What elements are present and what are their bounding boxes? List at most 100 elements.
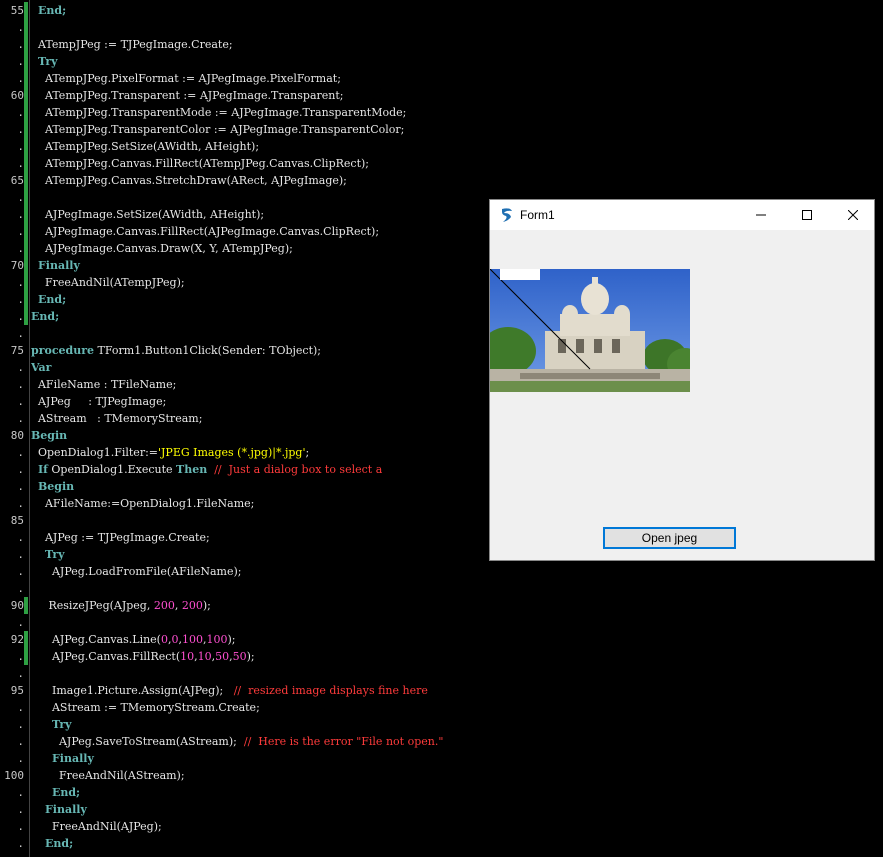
title-bar[interactable]: Form1 (490, 200, 874, 230)
line-number: 95 (10, 684, 24, 697)
code-line[interactable]: . Finally (0, 801, 883, 818)
form1-window[interactable]: Form1 Open jpeg (489, 199, 875, 561)
code-token: OpenDialog1.Filter:= (31, 446, 158, 459)
code-line[interactable]: . ATempJPeg.Canvas.FillRect(ATempJPeg.Ca… (0, 155, 883, 172)
number-token: 0 (160, 633, 168, 646)
code-line[interactable]: 55 End; (0, 2, 883, 19)
number-token: 100 (181, 633, 203, 646)
code-line[interactable]: . AJPeg.LoadFromFile(AFileName); (0, 563, 883, 580)
code-line[interactable]: 65 ATempJPeg.Canvas.StretchDraw(ARect, A… (0, 172, 883, 189)
code-text: Try (31, 53, 58, 70)
close-button[interactable] (830, 200, 876, 230)
code-line[interactable]: . (0, 665, 883, 682)
code-line[interactable]: . Try (0, 716, 883, 733)
line-number: . (17, 463, 24, 476)
code-line[interactable]: . End; (0, 784, 883, 801)
code-token: AStream := TMemoryStream.Create; (31, 701, 260, 714)
code-text: AJPeg.SaveToStream(AStream); // Here is … (31, 733, 443, 750)
code-token: TForm1.Button1Click(Sender: TObject); (94, 344, 322, 357)
code-text: AJPeg : TJPegImage; (31, 393, 166, 410)
code-line[interactable]: . FreeAndNil(AJPeg); (0, 818, 883, 835)
line-number: . (17, 38, 24, 51)
code-text: ATempJPeg.PixelFormat := AJPegImage.Pixe… (31, 70, 341, 87)
line-number: . (17, 310, 24, 323)
line-number: . (17, 837, 24, 850)
line-number: 90 (10, 599, 24, 612)
code-text: AJPeg.LoadFromFile(AFileName); (31, 563, 242, 580)
code-text: End; (31, 2, 66, 19)
line-number: . (17, 293, 24, 306)
modified-line-marker (24, 257, 28, 274)
line-number: 60 (10, 89, 24, 102)
modified-line-marker (24, 274, 28, 291)
line-number: . (17, 157, 24, 170)
code-line[interactable]: 90 ResizeJPeg(AJpeg, 200, 200); (0, 597, 883, 614)
line-number: . (17, 123, 24, 136)
code-line[interactable]: . (0, 614, 883, 631)
minimize-icon (756, 214, 766, 216)
line-number: . (17, 667, 24, 680)
code-line[interactable]: . End; (0, 835, 883, 852)
code-line[interactable]: . AJPeg.Canvas.FillRect(10,10,50,50); (0, 648, 883, 665)
line-number: 75 (10, 344, 24, 357)
code-token: AJPeg.Canvas.Line( (31, 633, 161, 646)
code-text: Try (31, 716, 72, 733)
keyword-token: Var (31, 361, 52, 374)
number-token: 50 (232, 650, 247, 663)
code-text: OpenDialog1.Filter:='JPEG Images (*.jpg)… (31, 444, 309, 461)
code-token: Image1.Picture.Assign(AJPeg); (31, 684, 234, 697)
keyword-token: Begin (31, 429, 68, 442)
line-number: . (17, 21, 24, 34)
keyword-token: Try (51, 718, 72, 731)
line-number: . (17, 752, 24, 765)
code-text: AFileName:=OpenDialog1.FileName; (31, 495, 254, 512)
line-number: 85 (10, 514, 24, 527)
code-text: procedure TForm1.Button1Click(Sender: TO… (31, 342, 321, 359)
number-token: 200 (181, 599, 203, 612)
code-token: FreeAndNil(ATempJPeg); (31, 276, 185, 289)
code-line[interactable]: . Try (0, 53, 883, 70)
code-token: ATempJPeg.TransparentMode := AJPegImage.… (31, 106, 407, 119)
line-number: . (17, 718, 24, 731)
code-line[interactable]: . AStream := TMemoryStream.Create; (0, 699, 883, 716)
keyword-token: End; (38, 4, 67, 17)
number-token: 200 (153, 599, 175, 612)
code-text: AFileName : TFileName; (31, 376, 176, 393)
keyword-token: Try (45, 548, 65, 561)
line-number: . (17, 497, 24, 510)
line-number: 65 (10, 174, 24, 187)
code-line[interactable]: . (0, 580, 883, 597)
code-line[interactable]: . ATempJPeg.PixelFormat := AJPegImage.Pi… (0, 70, 883, 87)
number-token: 100 (206, 633, 228, 646)
code-line[interactable]: 92 AJPeg.Canvas.Line(0,0,100,100); (0, 631, 883, 648)
code-text: If OpenDialog1.Execute Then // Just a di… (31, 461, 382, 478)
code-line[interactable]: . ATempJPeg := TJPegImage.Create; (0, 36, 883, 53)
code-line[interactable]: . Finally (0, 750, 883, 767)
code-line[interactable]: . AJPeg.SaveToStream(AStream); // Here i… (0, 733, 883, 750)
code-token: AJPeg : TJPegImage; (31, 395, 167, 408)
code-text: ATempJPeg.Canvas.StretchDraw(ARect, AJPe… (31, 172, 347, 189)
code-line[interactable]: 60 ATempJPeg.Transparent := AJPegImage.T… (0, 87, 883, 104)
code-line[interactable]: . ATempJPeg.SetSize(AWidth, AHeight); (0, 138, 883, 155)
code-token: ATempJPeg.Canvas.StretchDraw(ARect, AJPe… (31, 174, 347, 187)
open-jpeg-button[interactable]: Open jpeg (603, 527, 736, 549)
code-line[interactable]: 100 FreeAndNil(AStream); (0, 767, 883, 784)
code-line[interactable]: . ATempJPeg.TransparentMode := AJPegImag… (0, 104, 883, 121)
string-token: 'JPEG Images (*.jpg)|*.jpg' (158, 446, 306, 459)
modified-line-marker (24, 240, 28, 257)
line-number: . (17, 820, 24, 833)
maximize-button[interactable] (784, 200, 830, 230)
code-line[interactable]: . (0, 19, 883, 36)
code-line[interactable]: . ATempJPeg.TransparentColor := AJPegIma… (0, 121, 883, 138)
code-text: End; (31, 835, 73, 852)
code-text: Var (31, 359, 51, 376)
code-line[interactable]: 95 Image1.Picture.Assign(AJPeg); // resi… (0, 682, 883, 699)
line-number: . (17, 786, 24, 799)
line-number: 92 (10, 633, 24, 646)
minimize-button[interactable] (738, 200, 784, 230)
code-text: End; (31, 308, 59, 325)
